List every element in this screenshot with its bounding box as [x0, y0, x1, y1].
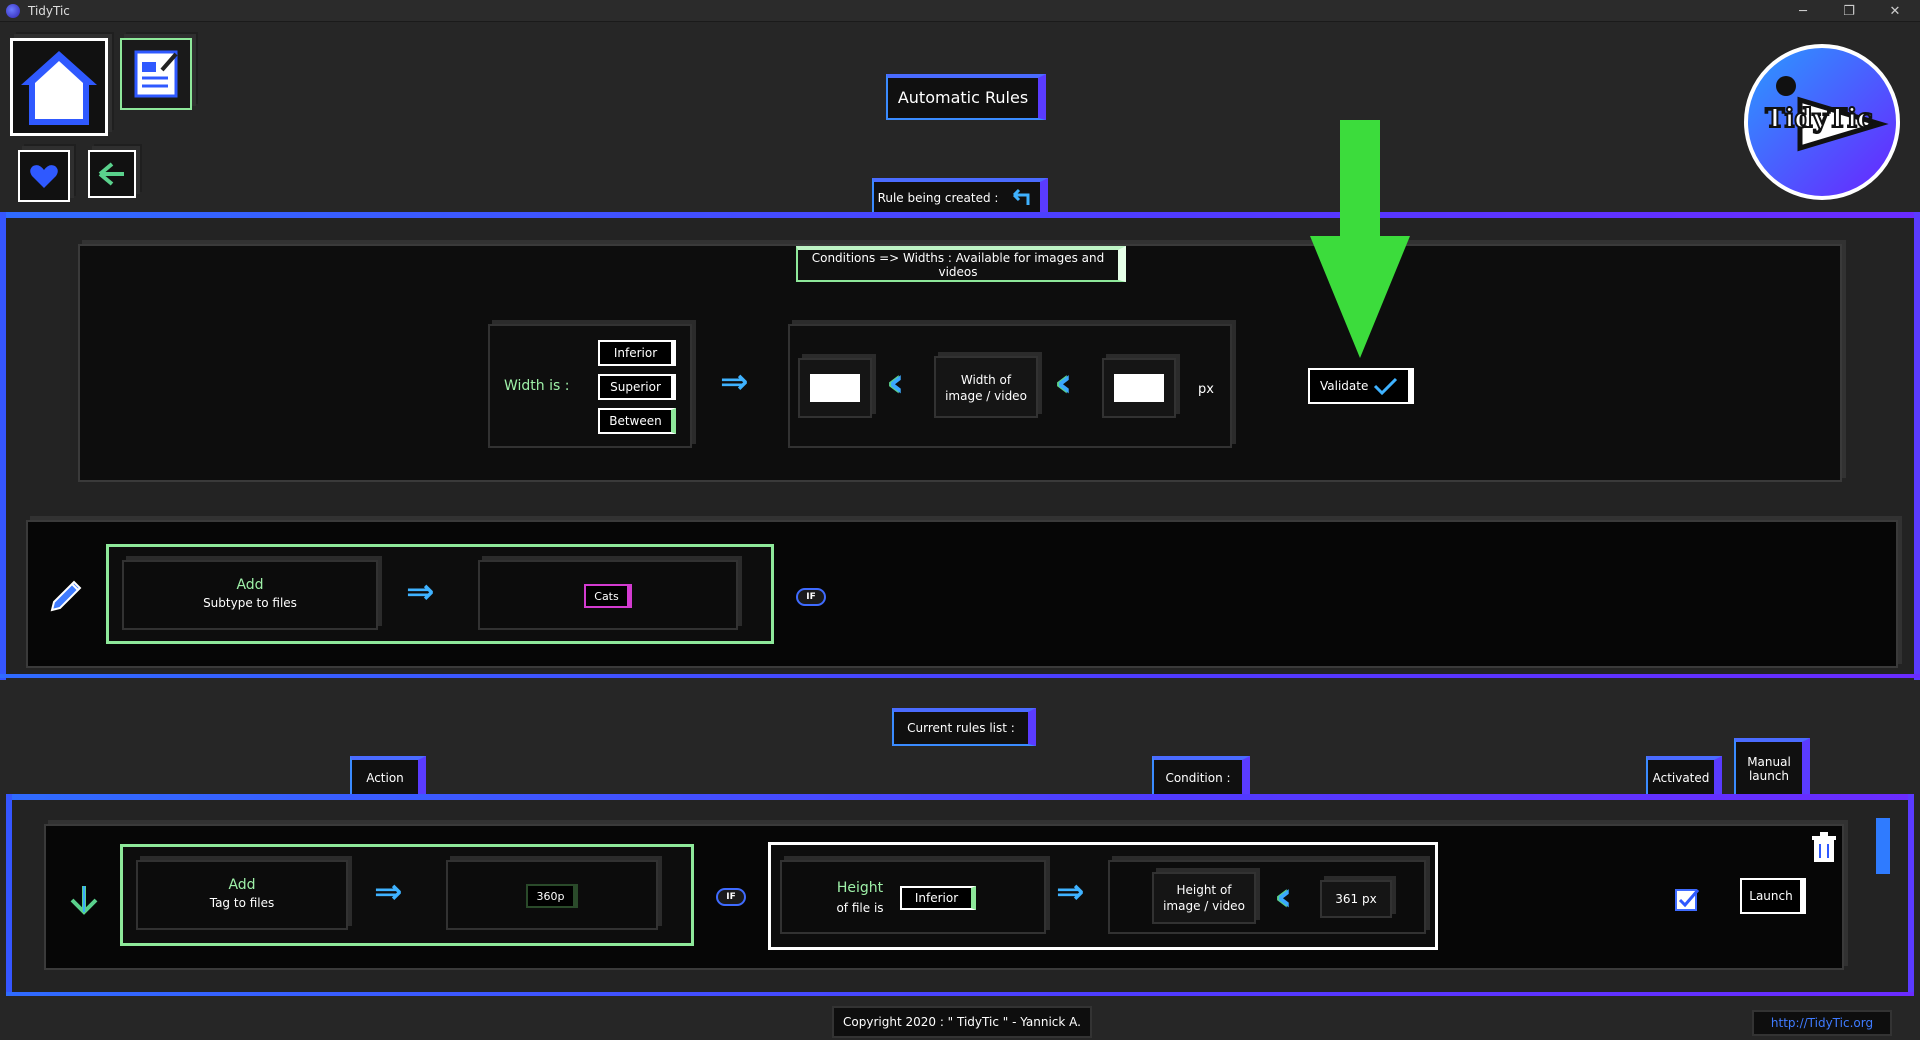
page-title: Automatic Rules	[886, 74, 1046, 120]
scrollbar-thumb[interactable]	[1876, 818, 1890, 874]
rules-list-right-border	[1908, 794, 1914, 996]
header-condition: Condition :	[1152, 756, 1250, 798]
width-of-line2: image / video	[945, 389, 1027, 403]
validate-button[interactable]: Validate	[1308, 368, 1414, 404]
row-action-value-chip[interactable]: 360p	[526, 884, 578, 908]
max-width-input[interactable]	[1114, 374, 1164, 402]
row-action-verb: Add	[228, 877, 256, 893]
header-manual-launch: Manual launch	[1734, 738, 1810, 798]
current-rules-tab: Current rules list :	[892, 708, 1036, 746]
heart-icon	[30, 165, 58, 188]
favorites-button[interactable]	[18, 150, 70, 202]
if-badge: IF	[796, 588, 826, 606]
width-is-label: Width is :	[504, 378, 570, 394]
undo-icon[interactable]	[1006, 187, 1036, 209]
copyright: Copyright 2020 : " TidyTic " - Yannick A…	[832, 1006, 1092, 1038]
action-verb-block: Add Subtype to files	[122, 576, 378, 612]
rules-list-bottom-border	[6, 992, 1914, 996]
min-width-input[interactable]	[810, 374, 860, 402]
row-height-of-line1: Height of	[1176, 883, 1232, 897]
rule-being-created-label: Rule being created :	[877, 191, 999, 205]
website-link[interactable]: http://TidyTic.org	[1752, 1010, 1892, 1036]
restore-button[interactable]: ❐	[1826, 0, 1872, 22]
checkmark-icon	[1373, 377, 1398, 396]
conditions-title: Conditions => Widths : Available for ima…	[796, 246, 1126, 282]
arrow-right-icon-4: ⇒	[1056, 872, 1085, 912]
row-cond-operator[interactable]: Inferior	[900, 886, 976, 910]
action-verb: Add	[236, 577, 264, 593]
option-between[interactable]: Between	[598, 408, 676, 434]
header-action: Action	[350, 756, 426, 798]
header-manual-line1: Manual	[1747, 755, 1791, 769]
launch-button[interactable]: Launch	[1740, 878, 1806, 914]
arrow-left-icon	[98, 162, 124, 186]
section-right-border	[1914, 212, 1920, 680]
back-button[interactable]	[88, 150, 136, 198]
less-than-icon-3: ‹	[1276, 874, 1293, 920]
arrow-right-icon: ⇒	[720, 362, 749, 402]
minimize-button[interactable]: ─	[1780, 0, 1826, 22]
trash-icon[interactable]	[1810, 832, 1838, 864]
unit-label: px	[1198, 382, 1214, 397]
option-inferior[interactable]: Inferior	[598, 340, 676, 366]
row-if-badge: IF	[716, 888, 746, 906]
home-button[interactable]	[10, 38, 108, 136]
row-height-of-line2: image / video	[1163, 899, 1245, 913]
tidytic-logo: TidyTic	[1740, 40, 1904, 204]
big-arrow-down-icon	[1310, 120, 1410, 358]
less-than-icon: ‹	[888, 360, 905, 406]
activated-checkbox[interactable]	[1674, 886, 1700, 912]
row-height-of-label: Height of image / video	[1152, 882, 1256, 914]
arrow-right-icon-3: ⇒	[374, 872, 403, 912]
home-icon	[21, 51, 97, 125]
row-action-target: Tag to files	[209, 896, 275, 910]
pencil-icon[interactable]	[48, 572, 88, 612]
row-action-verb-block: Add Tag to files	[136, 876, 348, 912]
rules-editor-button[interactable]	[120, 38, 192, 110]
action-value-chip[interactable]: Cats	[584, 584, 632, 608]
validate-label: Validate	[1320, 379, 1369, 393]
arrow-down-icon[interactable]	[64, 880, 104, 920]
row-cond-value: 361 px	[1335, 892, 1377, 906]
header-manual-line2: launch	[1748, 769, 1790, 783]
action-target: Subtype to files	[203, 596, 297, 610]
logo-text: TidyTic	[1764, 103, 1874, 135]
rule-being-created-tab: Rule being created :	[872, 178, 1048, 216]
arrow-right-icon-2: ⇒	[406, 572, 435, 612]
width-of-line1: Width of	[960, 373, 1012, 387]
option-superior[interactable]: Superior	[598, 374, 676, 400]
window-title: TidyTic	[28, 3, 70, 18]
header-activated: Activated	[1646, 756, 1722, 798]
close-button[interactable]: ✕	[1872, 0, 1918, 22]
less-than-icon-2: ‹	[1056, 360, 1073, 406]
section-bottom-border	[0, 674, 1920, 678]
document-edit-icon	[134, 50, 178, 98]
title-bar: TidyTic ─ ❐ ✕	[0, 0, 1920, 22]
app-icon	[6, 3, 20, 18]
width-of-label: Width of image / video	[934, 372, 1038, 404]
